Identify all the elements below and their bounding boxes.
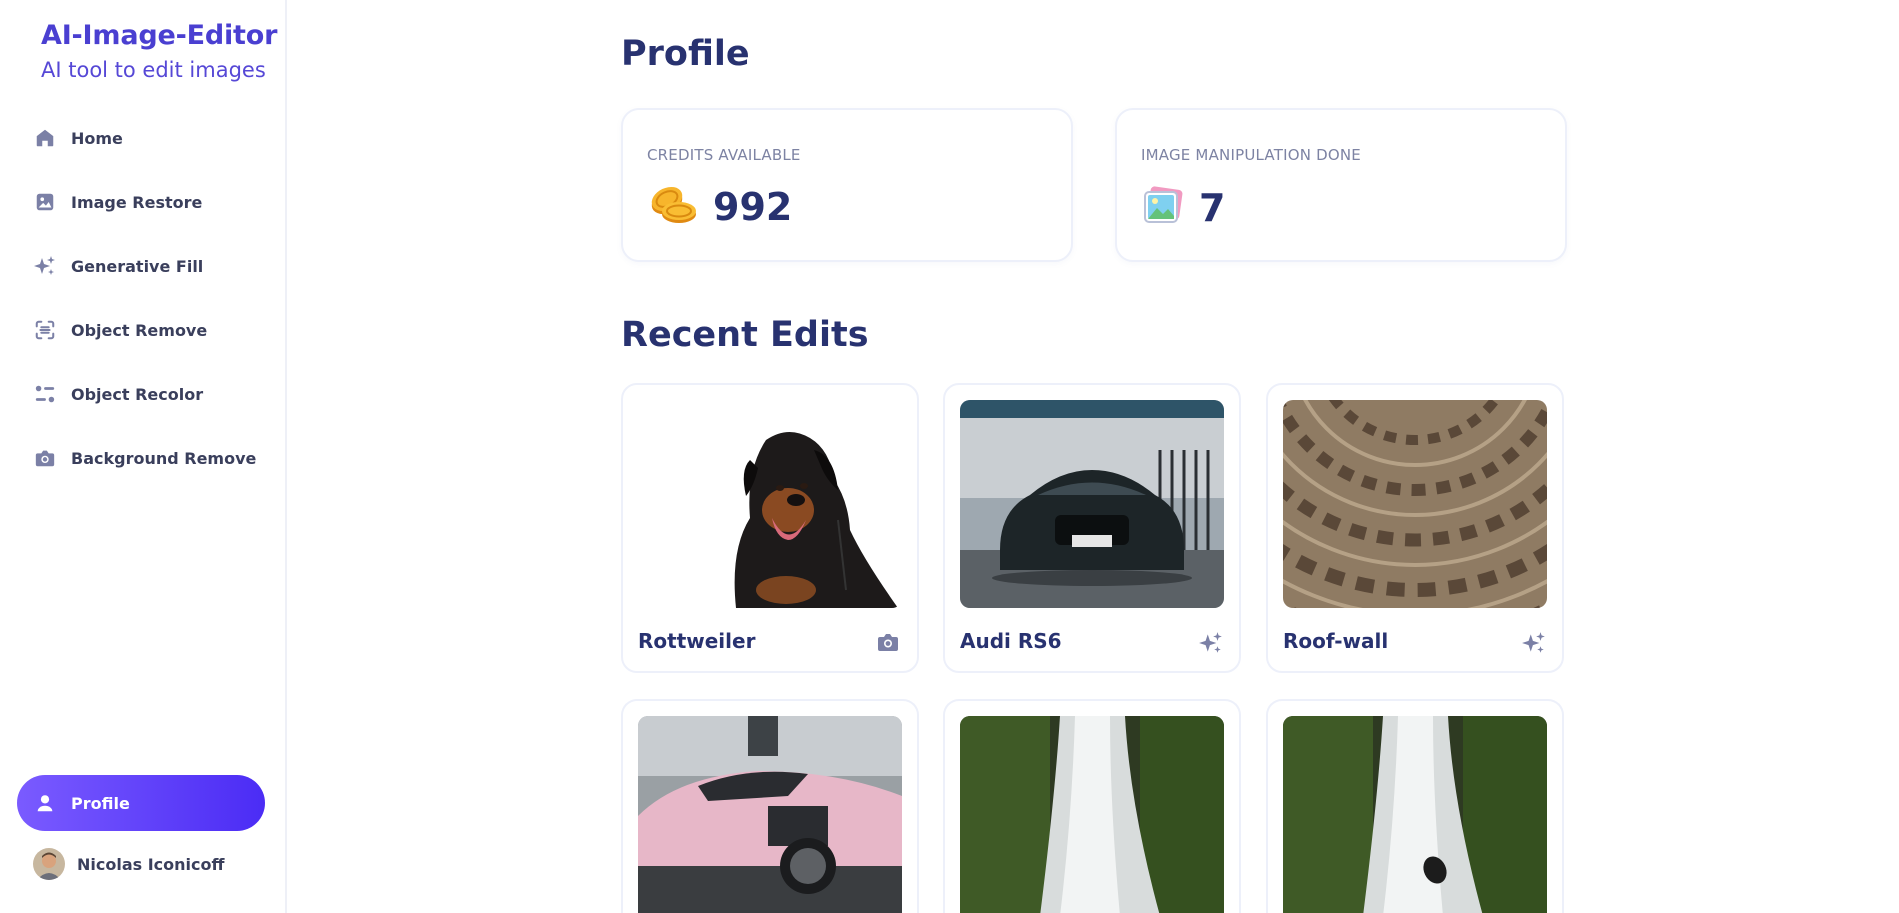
sidebar-item-background-remove[interactable]: Background Remove [17, 426, 265, 490]
sparkles-icon [1521, 630, 1547, 656]
app-subtitle: AI tool to edit images [41, 58, 266, 82]
sidebar-item-label: Background Remove [71, 448, 257, 468]
sidebar-item-label: Home [71, 128, 123, 148]
sidebar-item-profile[interactable]: Profile [17, 775, 265, 831]
thumbnail-image [960, 716, 1224, 913]
page-title: Profile [621, 34, 750, 74]
credits-value: 992 [713, 185, 793, 229]
sidebar-item-object-recolor[interactable]: Object Recolor [17, 362, 265, 426]
edit-card-waterfall-edit[interactable] [1266, 699, 1564, 913]
edit-card-audi-rs6[interactable]: Audi RS6 [943, 383, 1241, 673]
camera-icon [33, 446, 57, 470]
sidebar-item-image-restore[interactable]: Image Restore [17, 170, 265, 234]
sidebar-item-generative-fill[interactable]: Generative Fill [17, 234, 265, 298]
sidebar: AI-Image-Editor AI tool to edit images H… [0, 0, 287, 913]
image-icon [33, 190, 57, 214]
edit-title: Audi RS6 [960, 629, 1062, 653]
thumbnail-image [638, 716, 902, 913]
edit-card-waterfall[interactable] [943, 699, 1241, 913]
sidebar-item-label: Generative Fill [71, 256, 204, 276]
credits-card: CREDITS AVAILABLE 992 [621, 108, 1073, 262]
sidebar-nav: Home Image Restore Generative Fill Objec… [17, 106, 265, 490]
user-icon [33, 791, 57, 815]
picture-icon [1141, 184, 1185, 232]
edit-title: Roof-wall [1283, 629, 1389, 653]
user-name: Nicolas Iconicoff [77, 854, 225, 874]
avatar [33, 848, 65, 880]
thumbnail-image [960, 400, 1224, 608]
app-title[interactable]: AI-Image-Editor [41, 20, 277, 51]
sparkles-icon [1198, 630, 1224, 656]
sidebar-item-label: Profile [71, 793, 130, 813]
user-account[interactable]: Nicolas Iconicoff [33, 848, 224, 880]
sidebar-item-label: Object Recolor [71, 384, 204, 404]
filter-icon [33, 382, 57, 406]
edit-card-pink-car[interactable] [621, 699, 919, 913]
thumbnail-image [1283, 716, 1547, 913]
recent-edits-title: Recent Edits [621, 315, 869, 355]
sidebar-item-label: Object Remove [71, 320, 208, 340]
scan-icon [33, 318, 57, 342]
manipulations-card: IMAGE MANIPULATION DONE 7 [1115, 108, 1567, 262]
camera-icon [876, 630, 902, 656]
stat-label: CREDITS AVAILABLE [647, 146, 801, 164]
sidebar-item-home[interactable]: Home [17, 106, 265, 170]
edit-card-rottweiler[interactable]: Rottweiler [621, 383, 919, 673]
stat-label: IMAGE MANIPULATION DONE [1141, 146, 1361, 164]
sparkles-icon [33, 254, 57, 278]
thumbnail-image [1283, 400, 1547, 608]
home-icon [33, 126, 57, 150]
edit-card-roof-wall[interactable]: Roof-wall [1266, 383, 1564, 673]
manipulations-value: 7 [1199, 186, 1226, 230]
coins-icon [647, 184, 699, 230]
edit-title: Rottweiler [638, 629, 756, 653]
thumbnail-image [638, 400, 902, 608]
sidebar-item-label: Image Restore [71, 192, 203, 212]
sidebar-item-object-remove[interactable]: Object Remove [17, 298, 265, 362]
